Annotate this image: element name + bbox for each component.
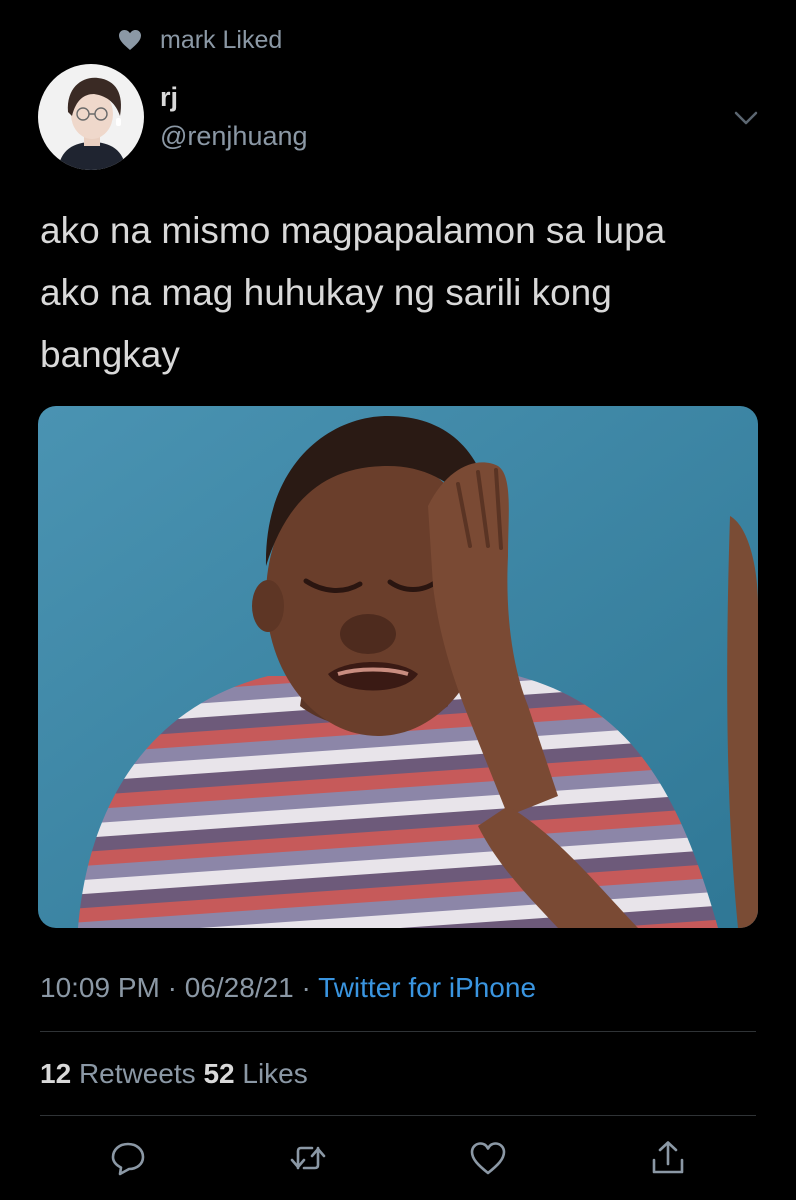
- likes-stat[interactable]: 52 Likes: [203, 1058, 307, 1089]
- tweet-meta: 10:09 PM · 06/28/21 · Twitter for iPhone: [40, 970, 536, 1006]
- likes-count: 52: [203, 1058, 235, 1089]
- social-context-text: mark Liked: [160, 25, 283, 54]
- meta-separator: ·: [301, 972, 311, 1003]
- heart-icon: [118, 29, 142, 51]
- social-context: mark Liked: [118, 24, 282, 56]
- meta-separator: ·: [167, 972, 177, 1003]
- display-name[interactable]: rj: [160, 82, 178, 112]
- tweet-time: 10:09 PM: [40, 972, 160, 1003]
- tweet-date: 06/28/21: [184, 972, 294, 1003]
- user-handle[interactable]: @renjhuang: [160, 120, 308, 152]
- likes-label: Likes: [242, 1058, 308, 1089]
- share-icon[interactable]: [648, 1138, 688, 1178]
- retweets-label: Retweets: [78, 1058, 196, 1089]
- tweet-line: ako na mismo magpapalamon sa lupa: [40, 210, 666, 251]
- tweet-line: bangkay: [40, 334, 180, 375]
- tweet-text: ako na mismo magpapalamon sa lupa ako na…: [40, 200, 770, 386]
- tweet-source-link[interactable]: Twitter for iPhone: [318, 972, 536, 1003]
- tweet-image[interactable]: [38, 406, 758, 928]
- retweets-count: 12: [40, 1058, 72, 1089]
- heart-icon[interactable]: [468, 1138, 508, 1178]
- tweet-stats: 12 Retweets 52 Likes: [40, 1056, 308, 1092]
- comment-icon[interactable]: [108, 1138, 148, 1178]
- divider: [40, 1115, 756, 1116]
- chevron-down-icon[interactable]: [730, 106, 762, 130]
- retweets-stat[interactable]: 12 Retweets: [40, 1058, 203, 1089]
- avatar[interactable]: [38, 64, 144, 170]
- divider: [40, 1031, 756, 1032]
- retweet-icon[interactable]: [288, 1138, 328, 1178]
- tweet-line: ako na mag huhukay ng sarili kong: [40, 272, 612, 313]
